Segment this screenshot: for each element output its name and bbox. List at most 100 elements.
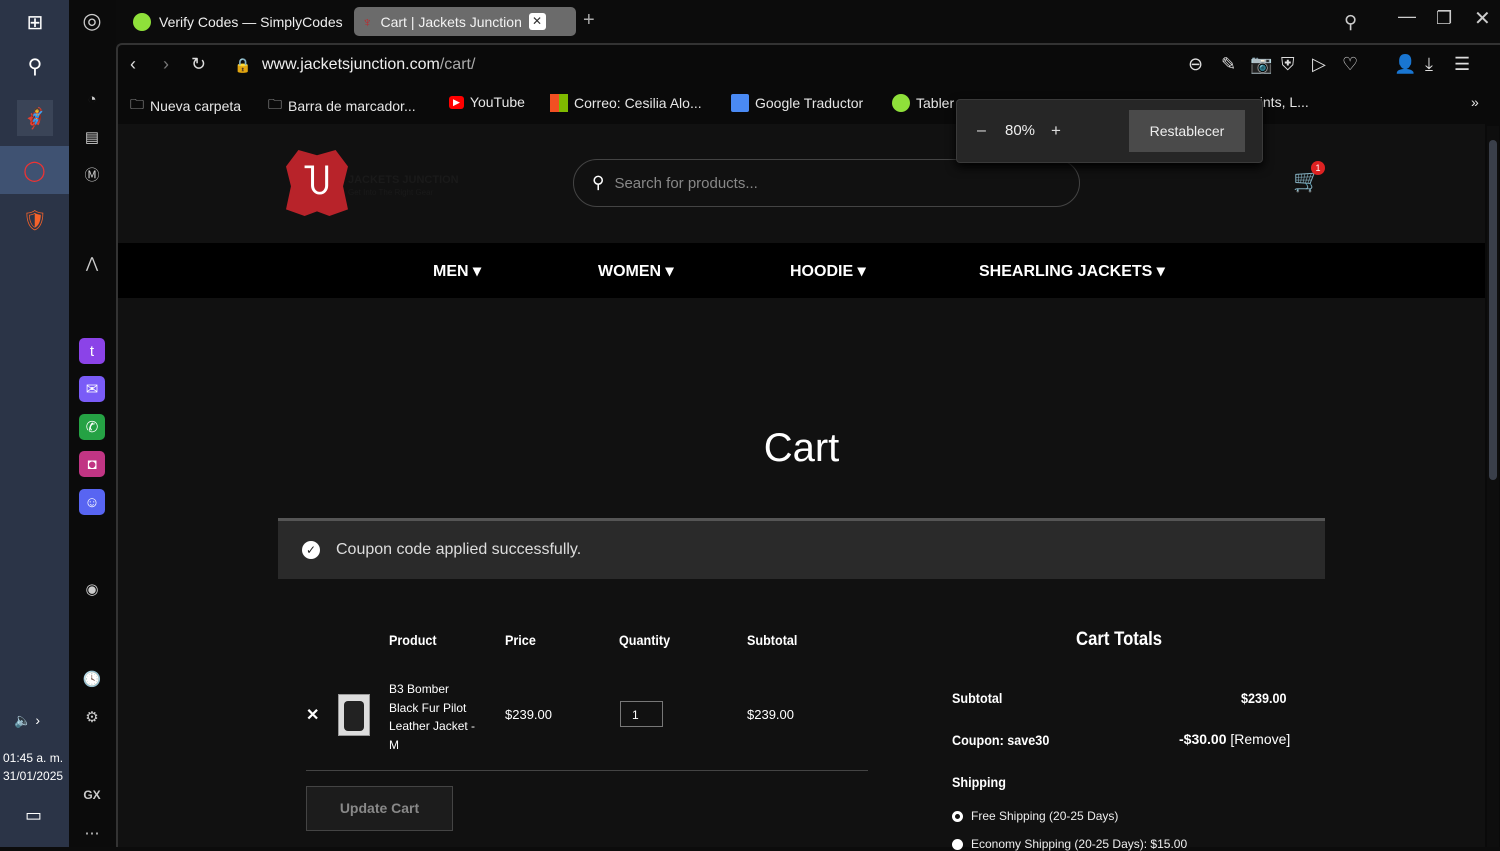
nav-women[interactable]: WOMEN ▾: [598, 261, 674, 281]
bookmark-tabler[interactable]: Tabler: [892, 94, 954, 112]
bookmarks-overflow-icon[interactable]: »: [1471, 94, 1479, 110]
scrollbar[interactable]: [1487, 126, 1499, 847]
windows-start-icon[interactable]: ⊞: [17, 4, 53, 40]
zoom-in-button[interactable]: +: [1051, 121, 1061, 141]
more-icon[interactable]: ⋯: [79, 820, 105, 846]
tab-search-icon[interactable]: ⚲: [1344, 12, 1357, 33]
remove-coupon-link[interactable]: [Remove]: [1230, 731, 1290, 747]
heart-icon[interactable]: ♡: [1342, 54, 1358, 75]
whatsapp-icon[interactable]: ✆: [79, 414, 105, 440]
nav-label: WOMEN: [598, 263, 662, 280]
gx-label: GX: [83, 788, 101, 802]
settings-icon[interactable]: ⚙: [79, 704, 105, 730]
youtube-icon: ▶: [449, 95, 464, 109]
coupon-label: Coupon: save30: [952, 732, 1050, 748]
messenger-icon[interactable]: ✉: [79, 376, 105, 402]
profile-icon[interactable]: 👤: [1394, 54, 1416, 75]
shipping-option-free[interactable]: Free Shipping (20-25 Days): [952, 809, 1118, 823]
radio[interactable]: [952, 838, 963, 850]
tab-title: Cart | Jackets Junction: [380, 13, 521, 30]
nav-men[interactable]: MEN ▾: [433, 261, 481, 281]
shield-icon[interactable]: ⛨: [1281, 54, 1295, 75]
close-tab-icon[interactable]: ✕: [528, 13, 546, 30]
twitch-icon[interactable]: t: [79, 338, 105, 364]
notifications-icon[interactable]: ▭: [25, 805, 42, 826]
close-window-button[interactable]: ✕: [1474, 6, 1491, 31]
back-icon[interactable]: ‹: [130, 54, 136, 75]
nav-shearling-jackets[interactable]: SHEARLING JACKETS ▾: [979, 261, 1165, 281]
app-icon[interactable]: 🦸: [17, 100, 53, 136]
discord-icon[interactable]: ☺: [79, 489, 105, 515]
bookmark-label: Google Traductor: [755, 95, 864, 111]
bookmark-youtube[interactable]: ▶ YouTube: [449, 94, 525, 110]
restore-button[interactable]: ❐: [1436, 8, 1452, 29]
opera-sidebar: ◎ ◔ ▤ Ⓜ ⋀ t ✉ ✆ ◘ ☺ ◉ 🕓 ⚙ GX ⋯: [69, 0, 116, 847]
windows-taskbar: ⊞ ⚲ 🦸 ◯ 🛡 🔈 › 01:45 a. m. 31/01/2025 ▭: [0, 0, 69, 847]
instagram-icon[interactable]: ◘: [79, 451, 105, 477]
history-icon[interactable]: 🕓: [79, 666, 105, 692]
bookmark-barra[interactable]: 🗀 Barra de marcador...: [268, 94, 416, 118]
notice-text: Coupon code applied successfully.: [336, 541, 582, 558]
shipping-option-economy[interactable]: Economy Shipping (20-25 Days): $15.00: [952, 837, 1187, 851]
google-translate-icon: [731, 94, 749, 112]
header-product: Product: [389, 632, 437, 648]
bookmark-correo[interactable]: Correo: Cesilia Alo...: [550, 94, 702, 112]
remove-item-icon[interactable]: ✕: [306, 705, 319, 725]
opera-logo-icon[interactable]: ◎: [79, 8, 105, 34]
search-placeholder: Search for products...: [614, 174, 758, 192]
bookmark-nueva-carpeta[interactable]: 🗀 Nueva carpeta: [130, 94, 241, 118]
shipping-option-label: Economy Shipping (20-25 Days): $15.00: [971, 837, 1188, 851]
tab-simplycodes[interactable]: Verify Codes — SimplyCodes: [125, 7, 343, 36]
send-icon[interactable]: ▷: [1312, 54, 1326, 75]
scrollbar-thumb[interactable]: [1489, 140, 1497, 480]
search-icon: ⚲: [592, 173, 605, 192]
new-tab-button[interactable]: +: [583, 9, 595, 32]
shipping-option-label: Free Shipping (20-25 Days): [971, 809, 1119, 823]
zoom-out-icon[interactable]: ⊖: [1188, 54, 1203, 75]
clock-date: 31/01/2025: [3, 769, 64, 783]
search-input[interactable]: ⚲ Search for products...: [573, 159, 1080, 207]
zoom-out-button[interactable]: –: [977, 122, 986, 140]
volume-icon[interactable]: 🔈 ›: [14, 712, 40, 729]
url-path: /cart/: [439, 56, 476, 73]
header-quantity: Quantity: [619, 632, 671, 648]
radio-selected[interactable]: [952, 810, 963, 822]
zoom-level: 80%: [1005, 122, 1036, 139]
minimize-button[interactable]: —: [1398, 6, 1416, 27]
update-cart-button[interactable]: Update Cart: [306, 786, 453, 831]
logo-brand: JACKETS JUNCTION: [348, 174, 459, 186]
forward-icon[interactable]: ›: [163, 54, 169, 75]
player-icon[interactable]: ⋀: [79, 250, 105, 276]
bookmark-label: Tabler: [916, 95, 955, 111]
tab-title: Verify Codes — SimplyCodes: [159, 13, 343, 30]
camera-icon[interactable]: 📷: [1250, 54, 1272, 75]
reload-icon[interactable]: ↻: [191, 54, 206, 75]
folder-icon: 🗀: [130, 96, 144, 112]
brave-icon[interactable]: 🛡: [17, 202, 53, 238]
download-icon[interactable]: ⤓: [1425, 54, 1433, 75]
quantity-input[interactable]: 1: [620, 701, 663, 727]
speed-dial-icon[interactable]: ◔: [79, 86, 105, 112]
site-logo[interactable]: Ⴎ: [286, 150, 348, 216]
bookmark-google-traductor[interactable]: Google Traductor: [731, 94, 863, 112]
cart-count-badge: 1: [1311, 161, 1325, 175]
gx-control-icon[interactable]: ▤: [79, 124, 105, 150]
tab-cart-active[interactable]: ♆ Cart | Jackets Junction ✕: [354, 7, 576, 36]
nav-label: HOODIE: [790, 263, 854, 280]
gx-corner-icon[interactable]: Ⓜ: [79, 161, 105, 187]
product-thumbnail[interactable]: [338, 694, 370, 736]
nav-label: SHEARLING JACKETS: [979, 263, 1153, 280]
search-icon[interactable]: ⚲: [17, 48, 53, 84]
edit-icon[interactable]: ✎: [1221, 54, 1236, 75]
address-bar[interactable]: www.jacketsjunction.com/cart/: [262, 56, 475, 74]
product-name[interactable]: B3 Bomber Black Fur Pilot Leather Jacket…: [389, 680, 475, 754]
easy-setup-icon[interactable]: ☰: [1454, 54, 1470, 75]
product-name-line: B3 Bomber: [389, 682, 450, 696]
zoom-reset-button[interactable]: Restablecer: [1129, 110, 1245, 152]
spotify-icon[interactable]: ◉: [79, 576, 105, 602]
product-name-line: M: [389, 737, 399, 752]
nav-hoodie[interactable]: HOODIE ▾: [790, 261, 866, 281]
opera-gx-icon[interactable]: ◯: [0, 146, 69, 194]
subtotal-label: Subtotal: [952, 690, 1003, 706]
check-icon: ✓: [302, 541, 320, 559]
